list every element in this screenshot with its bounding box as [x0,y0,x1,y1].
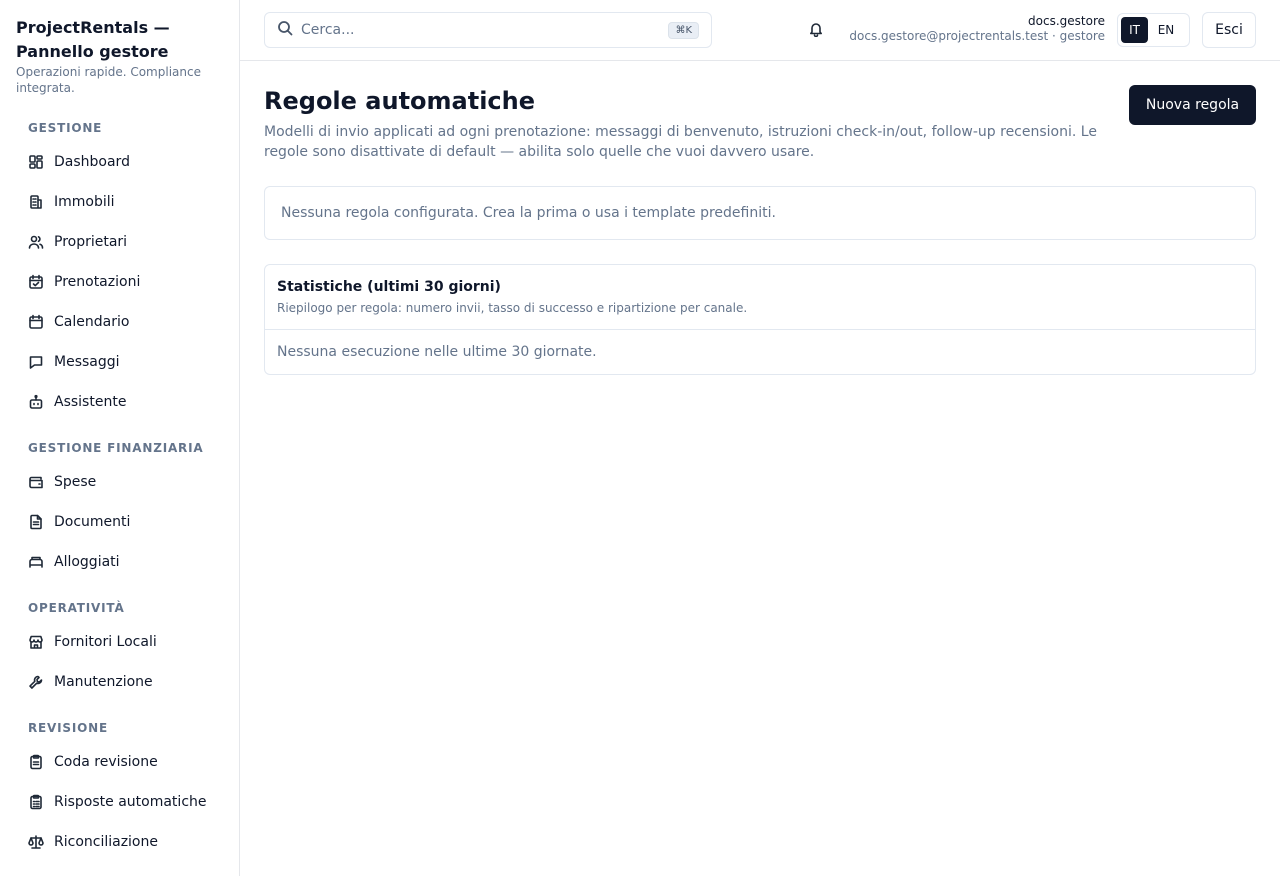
users-icon [28,234,44,250]
sidebar-item-immobili[interactable]: Immobili [16,184,224,220]
rules-empty-state: Nessuna regola configurata. Crea la prim… [264,186,1256,240]
page-description: Modelli di invio applicati ad ogni preno… [264,124,1097,160]
section-title-gestione-finanziaria: GESTIONE FINANZIARIA [28,441,204,455]
building-icon [28,194,44,210]
store-icon [28,634,44,650]
sidebar-item-label: Assistente [54,394,127,410]
sidebar-item-label: Riconciliazione [54,834,158,850]
sidebar: ProjectRentals — Pannello gestore Operaz… [0,0,240,876]
search-icon [277,20,293,40]
wallet-icon [28,474,44,490]
stats-card: Statistiche (ultimi 30 giorni) Riepilogo… [264,264,1256,375]
section-title-gestione: GESTIONE [28,121,103,135]
new-rule-button[interactable]: Nuova regola [1129,85,1256,125]
stats-title: Statistiche (ultimi 30 giorni) [277,279,501,295]
sidebar-item-documenti[interactable]: Documenti [16,504,224,540]
logout-button[interactable]: Esci [1202,12,1256,48]
brand: ProjectRentals — Pannello gestore Operaz… [16,16,226,96]
sidebar-item-label: Prenotazioni [54,274,141,290]
sidebar-item-label: Documenti [54,514,131,530]
wrench-icon [28,674,44,690]
sidebar-item-label: Fornitori Locali [54,634,157,650]
sidebar-item-messaggi[interactable]: Messaggi [16,344,224,380]
sidebar-item-label: Alloggiati [54,554,120,570]
stats-subtitle: Riepilogo per regola: numero invii, tass… [277,301,748,315]
section-title-operativita: OPERATIVITÀ [28,601,125,615]
sidebar-item-label: Messaggi [54,354,120,370]
sidebar-item-alloggiati[interactable]: Alloggiati [16,544,224,580]
lang-it-button[interactable]: IT [1121,17,1148,43]
user-meta: docs.gestore@projectrentals.test · gesto… [849,29,1105,43]
top-bar: Cerca... ⌘K docs.gestore docs.gestore@pr… [240,0,1280,61]
sidebar-item-label: Coda revisione [54,754,158,770]
sidebar-item-calendario[interactable]: Calendario [16,304,224,340]
section-title-revisione: REVISIONE [28,721,108,735]
sidebar-item-dashboard[interactable]: Dashboard [16,144,224,180]
bot-icon [28,394,44,410]
sidebar-item-proprietari[interactable]: Proprietari [16,224,224,260]
sidebar-item-label: Calendario [54,314,130,330]
sidebar-item-label: Proprietari [54,234,128,250]
language-switcher: IT EN [1117,13,1190,47]
sidebar-item-manutenzione[interactable]: Manutenzione [16,664,224,700]
notifications-button[interactable] [808,21,826,39]
calendar-check-icon [28,274,44,290]
sidebar-item-label: Dashboard [54,154,130,170]
sidebar-item-spese[interactable]: Spese [16,464,224,500]
stats-header: Statistiche (ultimi 30 giorni) Riepilogo… [265,265,1255,330]
bell-icon [808,22,824,41]
sidebar-item-label: Immobili [54,194,115,210]
sidebar-item-prenotazioni[interactable]: Prenotazioni [16,264,224,300]
sidebar-item-label: Spese [54,474,97,490]
message-icon [28,354,44,370]
sidebar-item-label: Risposte automatiche [54,794,207,810]
clipboard-list-icon [28,794,44,810]
dashboard-icon [28,154,44,170]
sidebar-item-fornitori-locali[interactable]: Fornitori Locali [16,624,224,660]
sidebar-item-label: Manutenzione [54,674,153,690]
user-name: docs.gestore [1028,14,1105,28]
brand-subtitle: Operazioni rapide. Compliance integrata. [16,65,201,95]
search-shortcut-badge: ⌘K [668,21,699,39]
scale-icon [28,834,44,850]
clipboard-icon [28,754,44,770]
bed-icon [28,554,44,570]
sidebar-item-assistente[interactable]: Assistente [16,384,224,420]
brand-title: ProjectRentals — Pannello gestore [16,18,170,61]
search-input[interactable]: Cerca... ⌘K [264,12,712,48]
sidebar-item-coda-revisione[interactable]: Coda revisione [16,744,224,780]
sidebar-item-riconciliazione[interactable]: Riconciliazione [16,824,224,860]
lang-en-button[interactable]: EN [1150,17,1182,43]
document-icon [28,514,44,530]
stats-empty-state: Nessuna esecuzione nelle ultime 30 giorn… [277,344,597,360]
calendar-icon [28,314,44,330]
sidebar-item-risposte-automatiche[interactable]: Risposte automatiche [16,784,224,820]
user-info: docs.gestore docs.gestore@projectrentals… [849,14,1105,44]
page-title: Regole automatiche [264,87,536,115]
search-placeholder: Cerca... [301,22,355,38]
